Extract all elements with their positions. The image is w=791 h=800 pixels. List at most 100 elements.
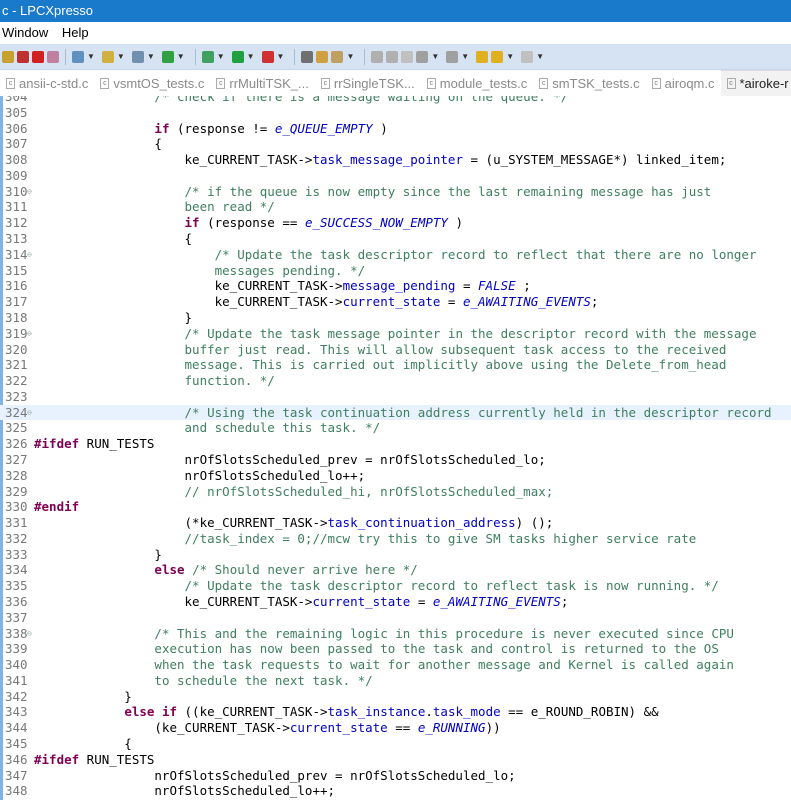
code-line[interactable]: 320 buffer just read. This will allow su… xyxy=(0,342,791,358)
dropdown-arrow-icon[interactable]: ▼ xyxy=(247,52,255,61)
code-line[interactable]: 344 (ke_CURRENT_TASK->current_state == e… xyxy=(0,720,791,736)
code-line[interactable]: 307 { xyxy=(0,136,791,152)
code-line[interactable]: 346 #ifdef RUN_TESTS xyxy=(0,752,791,768)
menu-window[interactable]: Window xyxy=(2,25,48,40)
dropdown-arrow-icon[interactable]: ▼ xyxy=(147,52,155,61)
tab-2[interactable]: c rrMultiTSK_... xyxy=(210,70,314,96)
code-editor[interactable]: 304 /* check if there is a message waiti… xyxy=(0,96,791,800)
line-number: 347 xyxy=(5,767,28,783)
page-icon[interactable] xyxy=(371,50,384,63)
code-line[interactable]: 315 messages pending. */ xyxy=(0,263,791,279)
code-line[interactable]: 341 to schedule the next task. */ xyxy=(0,673,791,689)
code-line[interactable]: 310 ⊖ /* if the queue is now empty since … xyxy=(0,184,791,200)
code-line[interactable]: 347 nrOfSlotsScheduled_prev = nrOfSlotsS… xyxy=(0,768,791,784)
debug-icon[interactable] xyxy=(261,50,274,63)
debug-boot-icon[interactable] xyxy=(32,50,44,63)
code-line[interactable]: 348 nrOfSlotsScheduled_lo++; xyxy=(0,783,791,799)
tab-1[interactable]: c vsmtOS_tests.c xyxy=(94,70,210,96)
tab-4[interactable]: c module_tests.c xyxy=(421,70,533,96)
code-line[interactable]: 331 (*ke_CURRENT_TASK->task_continuation… xyxy=(0,515,791,531)
dropdown-arrow-icon[interactable]: ▼ xyxy=(87,52,95,61)
code-line[interactable]: 343 else if ((ke_CURRENT_TASK->task_inst… xyxy=(0,704,791,720)
folder-icon[interactable] xyxy=(316,50,329,63)
tab-5[interactable]: c smTSK_tests.c xyxy=(533,70,645,96)
code-line[interactable]: 325 and schedule this task. */ xyxy=(0,420,791,436)
code-line[interactable]: 335 /* Update the task descriptor record… xyxy=(0,578,791,594)
line-code: } xyxy=(34,310,193,326)
code-line[interactable]: 345 { xyxy=(0,736,791,752)
constant: e_QUEUE_EMPTY xyxy=(274,120,373,136)
code-line[interactable]: 336 ke_CURRENT_TASK->current_state = e_A… xyxy=(0,594,791,610)
code-line[interactable]: 326 #ifdef RUN_TESTS xyxy=(0,436,791,452)
code-line[interactable]: 317 ke_CURRENT_TASK->current_state = e_A… xyxy=(0,294,791,310)
new-file-icon[interactable] xyxy=(131,50,144,63)
dropdown-arrow-icon[interactable]: ▼ xyxy=(217,52,225,61)
code-line[interactable]: 342 } xyxy=(0,689,791,705)
run-icon[interactable] xyxy=(231,50,244,63)
page2-icon[interactable] xyxy=(386,50,399,63)
menu-help[interactable]: Help xyxy=(62,25,89,40)
code-line[interactable]: 327 nrOfSlotsScheduled_prev = nrOfSlotsS… xyxy=(0,452,791,468)
code-line[interactable]: 334 else /* Should never arrive here */ xyxy=(0,562,791,578)
code-line[interactable]: 305 xyxy=(0,105,791,121)
code-line[interactable]: 332 //task_index = 0;//mcw try this to g… xyxy=(0,531,791,547)
brush-icon[interactable] xyxy=(331,50,344,63)
code-line[interactable]: 340 when the task requests to wait for a… xyxy=(0,657,791,673)
fold-collapse-icon[interactable]: ⊖ xyxy=(27,626,32,642)
code-line[interactable]: 314 ⊖ /* Update the task descriptor recor… xyxy=(0,247,791,263)
code-line[interactable]: 337 xyxy=(0,610,791,626)
new-project-icon[interactable] xyxy=(72,50,84,63)
fold-collapse-icon[interactable]: ⊖ xyxy=(27,326,32,342)
code-line[interactable]: 333 } xyxy=(0,547,791,563)
code-line[interactable]: 306 if (response != e_QUEUE_EMPTY ) xyxy=(0,121,791,137)
tab-3[interactable]: c rrSingleTSK... xyxy=(315,70,421,96)
code-line[interactable]: 309 xyxy=(0,168,791,184)
settings-icon[interactable] xyxy=(201,50,214,63)
code-line[interactable]: 311 been read */ xyxy=(0,199,791,215)
code-line[interactable]: 313 { xyxy=(0,231,791,247)
code-text: { xyxy=(34,136,162,152)
code-line[interactable]: 321 message. This is carried out implici… xyxy=(0,357,791,373)
code-line[interactable]: 312 if (response == e_SUCCESS_NOW_EMPTY … xyxy=(0,215,791,231)
code-line[interactable]: 338 ⊖ /* This and the remaining logic in … xyxy=(0,626,791,642)
back-icon[interactable] xyxy=(476,50,489,63)
fold-collapse-icon[interactable]: ⊖ xyxy=(27,247,32,263)
dropdown-arrow-icon[interactable]: ▼ xyxy=(431,52,439,61)
trace-icon[interactable] xyxy=(47,50,59,63)
pen-icon[interactable] xyxy=(401,50,414,63)
build-icon[interactable] xyxy=(2,50,14,63)
code-line[interactable]: 330 #endif xyxy=(0,499,791,515)
dropdown-arrow-icon[interactable]: ▼ xyxy=(117,52,125,61)
code-line[interactable]: 328 nrOfSlotsScheduled_lo++; xyxy=(0,468,791,484)
forward-icon[interactable] xyxy=(491,50,504,63)
open-folder-icon[interactable] xyxy=(101,50,114,63)
fold-collapse-icon[interactable]: ⊖ xyxy=(27,405,32,421)
refresh-icon[interactable] xyxy=(161,50,174,63)
fold-collapse-icon[interactable]: ⊖ xyxy=(27,184,32,200)
code-line[interactable]: 318 } xyxy=(0,310,791,326)
dropdown-arrow-icon[interactable]: ▼ xyxy=(506,52,514,61)
dropdown-arrow-icon[interactable]: ▼ xyxy=(277,52,285,61)
gear-icon[interactable] xyxy=(301,50,314,63)
dropdown-arrow-icon[interactable]: ▼ xyxy=(177,52,185,61)
code-line[interactable]: 319 ⊖ /* Update the task message pointer … xyxy=(0,326,791,342)
dropdown-arrow-icon[interactable]: ▼ xyxy=(461,52,469,61)
code-line[interactable]: 316 ke_CURRENT_TASK->message_pending = F… xyxy=(0,278,791,294)
tab-0[interactable]: c ansii-c-std.c xyxy=(0,70,94,96)
code-line[interactable]: 322 function. */ xyxy=(0,373,791,389)
code-line[interactable]: 324 ⊖ /* Using the task continuation addr… xyxy=(0,404,791,421)
code-line[interactable]: 304 /* check if there is a message waiti… xyxy=(0,96,791,105)
dropdown-arrow-icon[interactable]: ▼ xyxy=(536,52,544,61)
code-line[interactable]: 323 xyxy=(0,389,791,405)
link-icon[interactable] xyxy=(17,50,29,63)
next-icon[interactable] xyxy=(521,50,534,63)
code-line[interactable]: 308 ke_CURRENT_TASK->task_message_pointe… xyxy=(0,152,791,168)
line-code: ke_CURRENT_TASK->current_state = e_AWAIT… xyxy=(34,594,569,610)
next-annotation-icon[interactable] xyxy=(446,50,459,63)
tab-7[interactable]: c *airoke-r xyxy=(720,70,791,96)
dropdown-arrow-icon[interactable]: ▼ xyxy=(346,52,354,61)
code-line[interactable]: 329 // nrOfSlotsScheduled_hi, nrOfSlotsS… xyxy=(0,484,791,500)
tab-6[interactable]: c airoqm.c xyxy=(646,70,721,96)
code-line[interactable]: 339 execution has now been passed to the… xyxy=(0,641,791,657)
annotation-icon[interactable] xyxy=(416,50,429,63)
